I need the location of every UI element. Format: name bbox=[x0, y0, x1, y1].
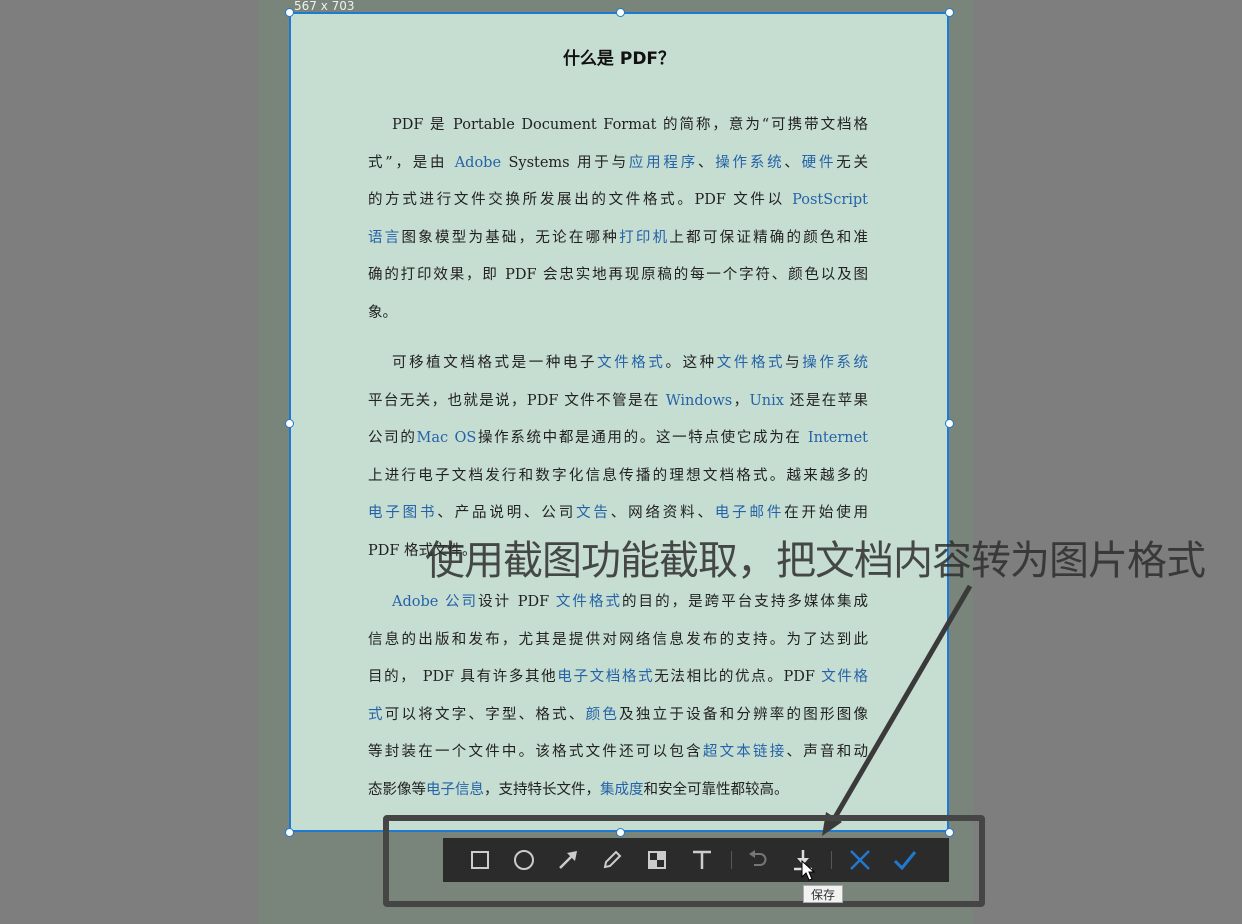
text-tool-button[interactable] bbox=[690, 848, 714, 872]
text-icon bbox=[693, 850, 711, 869]
pencil-icon bbox=[603, 850, 622, 869]
undo-button[interactable] bbox=[746, 848, 770, 872]
rectangle-tool-button[interactable] bbox=[468, 848, 492, 872]
screenshot-toolbar bbox=[443, 838, 949, 882]
arrow-tool-button[interactable] bbox=[556, 848, 580, 872]
undo-icon bbox=[749, 850, 767, 866]
toolbar-divider bbox=[831, 851, 832, 869]
pencil-tool-button[interactable] bbox=[600, 848, 624, 872]
arrow-icon bbox=[559, 851, 577, 869]
selection-size-label: 567 x 703 bbox=[294, 0, 355, 13]
close-icon bbox=[850, 850, 870, 870]
check-icon bbox=[893, 851, 917, 871]
mosaic-icon bbox=[648, 851, 666, 869]
rectangle-icon bbox=[471, 851, 489, 869]
save-tooltip: 保存 bbox=[803, 885, 843, 903]
toolbar-divider bbox=[731, 851, 732, 869]
mosaic-tool-button[interactable] bbox=[645, 848, 669, 872]
cancel-button[interactable] bbox=[848, 848, 872, 872]
confirm-button[interactable] bbox=[893, 848, 917, 872]
ellipse-tool-button[interactable] bbox=[512, 848, 536, 872]
annotation-arrow bbox=[822, 584, 973, 836]
circle-icon bbox=[514, 850, 534, 870]
mouse-cursor-icon bbox=[801, 860, 816, 881]
